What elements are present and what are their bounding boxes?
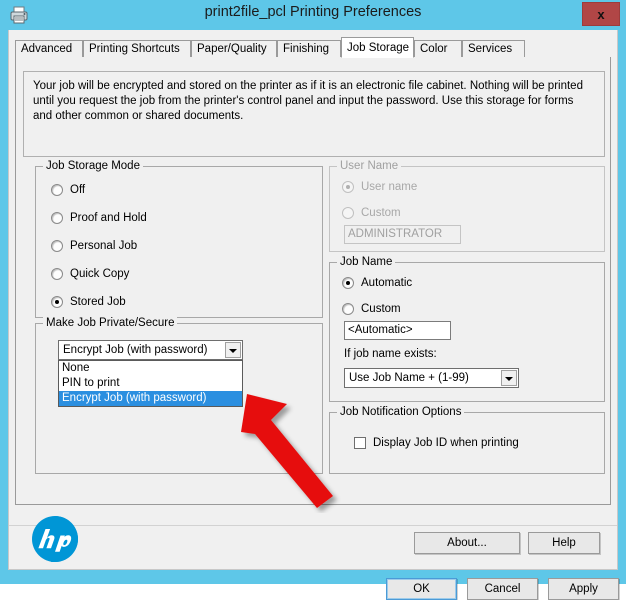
dropdown-item-encrypt-job[interactable]: Encrypt Job (with password) xyxy=(59,391,242,406)
radio-quick-copy-label: Quick Copy xyxy=(70,268,130,280)
chevron-down-icon[interactable] xyxy=(501,370,517,386)
tab-advanced[interactable]: Advanced xyxy=(15,40,83,57)
radio-personal-job-label: Personal Job xyxy=(70,240,138,252)
if-job-name-exists-label: If job name exists: xyxy=(344,348,437,360)
radio-user-name-custom-label: Custom xyxy=(361,207,401,219)
footer-separator xyxy=(9,525,617,526)
radio-stored-job-mark xyxy=(51,296,63,308)
apply-button[interactable]: Apply xyxy=(548,578,619,600)
group-make-job-private-legend: Make Job Private/Secure xyxy=(43,317,178,329)
description-text: Your job will be encrypted and stored on… xyxy=(23,71,605,157)
tab-services[interactable]: Services xyxy=(462,40,525,57)
group-user-name-legend: User Name xyxy=(337,160,402,172)
group-job-name: Job Name Automatic Custom <Automatic> If… xyxy=(329,256,605,402)
make-job-private-dropdown-list[interactable]: None PIN to print Encrypt Job (with pass… xyxy=(58,360,243,407)
about-button[interactable]: About... xyxy=(414,532,520,554)
radio-job-name-automatic-mark xyxy=(342,277,354,289)
dropdown-item-none[interactable]: None xyxy=(59,361,242,376)
group-job-notification-options: Job Notification Options Display Job ID … xyxy=(329,406,605,474)
if-job-name-exists-combo[interactable]: Use Job Name + (1-99) xyxy=(344,368,519,388)
checkbox-display-job-id-mark xyxy=(354,437,366,449)
tab-finishing[interactable]: Finishing xyxy=(277,40,341,57)
group-make-job-private: Make Job Private/Secure Encrypt Job (wit… xyxy=(35,317,323,474)
group-job-notification-options-legend: Job Notification Options xyxy=(337,406,465,418)
job-name-custom-field[interactable]: <Automatic> xyxy=(344,321,451,340)
radio-user-name-mark xyxy=(342,181,354,193)
radio-job-name-automatic-label: Automatic xyxy=(361,277,413,289)
radio-quick-copy-mark xyxy=(51,268,63,280)
ok-button[interactable]: OK xyxy=(386,578,457,600)
radio-proof-and-hold-label: Proof and Hold xyxy=(70,212,147,224)
dropdown-item-pin-to-print[interactable]: PIN to print xyxy=(59,376,242,391)
chevron-down-icon[interactable] xyxy=(225,342,241,358)
radio-off-mark xyxy=(51,184,63,196)
printing-preferences-window: print2file_pcl Printing Preferences x Ad… xyxy=(0,0,626,600)
radio-off-label: Off xyxy=(70,184,86,196)
tab-strip: Advanced Printing Shortcuts Paper/Qualit… xyxy=(15,37,611,58)
title-bar: print2file_pcl Printing Preferences x xyxy=(0,0,626,30)
checkbox-display-job-id-label: Display Job ID when printing xyxy=(373,437,519,449)
cancel-button[interactable]: Cancel xyxy=(467,578,538,600)
make-job-private-combo[interactable]: Encrypt Job (with password) xyxy=(58,340,243,360)
group-job-storage-mode: Job Storage Mode Off Proof and Hold Pers… xyxy=(35,160,323,318)
radio-job-name-custom-label: Custom xyxy=(361,303,401,315)
tab-paper-quality[interactable]: Paper/Quality xyxy=(191,40,277,57)
hp-logo xyxy=(31,515,79,563)
radio-stored-job-label: Stored Job xyxy=(70,296,126,308)
radio-proof-and-hold-mark xyxy=(51,212,63,224)
tab-printing-shortcuts[interactable]: Printing Shortcuts xyxy=(83,40,191,57)
radio-user-name-label: User name xyxy=(361,181,418,193)
user-name-custom-field[interactable]: ADMINISTRATOR xyxy=(344,225,461,244)
close-button[interactable]: x xyxy=(582,2,620,26)
tab-color[interactable]: Color xyxy=(414,40,462,57)
if-job-name-exists-combo-value: Use Job Name + (1-99) xyxy=(349,372,469,384)
tab-job-storage[interactable]: Job Storage xyxy=(341,37,414,58)
radio-personal-job-mark xyxy=(51,240,63,252)
radio-user-name-custom-mark xyxy=(342,207,354,219)
radio-job-name-custom-mark xyxy=(342,303,354,315)
window-title: print2file_pcl Printing Preferences xyxy=(204,4,422,20)
group-job-storage-mode-legend: Job Storage Mode xyxy=(43,160,143,172)
dialog-client-area: Advanced Printing Shortcuts Paper/Qualit… xyxy=(8,30,619,600)
make-job-private-combo-value: Encrypt Job (with password) xyxy=(63,344,208,356)
group-job-name-legend: Job Name xyxy=(337,256,396,268)
help-button[interactable]: Help xyxy=(528,532,600,554)
group-user-name: User Name User name Custom ADMINISTRATOR xyxy=(329,160,605,252)
